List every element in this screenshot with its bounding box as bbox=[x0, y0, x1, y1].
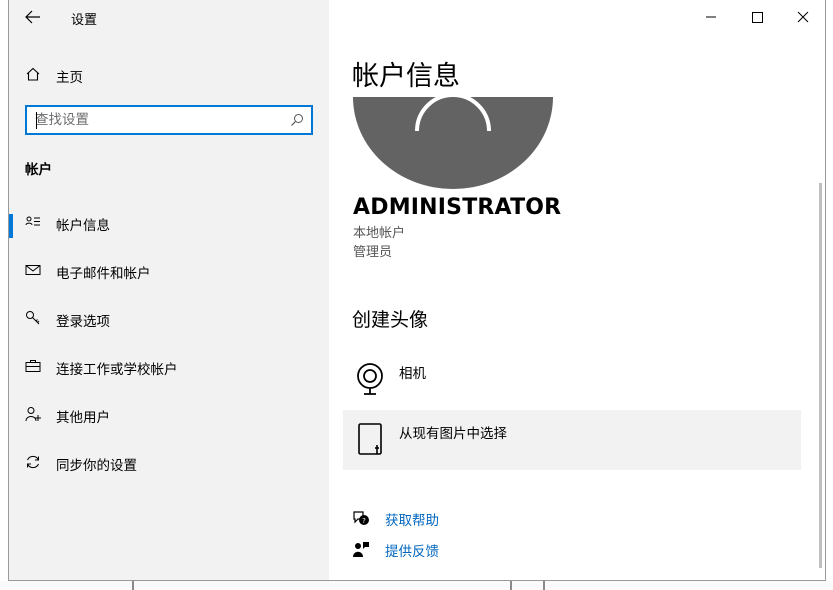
search-icon[interactable] bbox=[290, 113, 304, 127]
home-icon bbox=[26, 67, 40, 81]
sidebar-item-sync-settings[interactable]: 同步你的设置 bbox=[9, 442, 329, 482]
give-feedback-label: 提供反馈 bbox=[385, 544, 439, 560]
scrollbar[interactable] bbox=[819, 183, 822, 568]
sidebar: 设置 主页 帐户 帐户信息 bbox=[9, 0, 329, 580]
account-type: 本地帐户 bbox=[353, 226, 406, 241]
search-box[interactable] bbox=[25, 105, 313, 135]
get-help-label: 获取帮助 bbox=[385, 513, 439, 529]
main-content: 帐户信息 ADMINISTRATOR 本地帐户 管理员 创建头像 相机 从现有图… bbox=[329, 0, 825, 580]
feedback-icon bbox=[353, 542, 369, 557]
text-caret bbox=[36, 112, 37, 129]
avatar bbox=[353, 97, 553, 189]
browse-picture-label: 从现有图片中选择 bbox=[399, 426, 507, 442]
sidebar-item-label: 登录选项 bbox=[56, 314, 110, 330]
minimize-icon bbox=[706, 16, 716, 18]
background-divider bbox=[543, 581, 545, 590]
close-icon bbox=[797, 11, 809, 23]
close-button[interactable] bbox=[780, 0, 825, 34]
svg-text:?: ? bbox=[362, 517, 366, 525]
background-divider bbox=[132, 581, 134, 590]
browse-file-icon bbox=[358, 423, 382, 455]
sidebar-item-label: 主页 bbox=[56, 70, 83, 86]
sidebar-item-label: 电子邮件和帐户 bbox=[56, 266, 151, 282]
sidebar-item-label: 其他用户 bbox=[56, 410, 110, 426]
sync-icon bbox=[27, 455, 39, 469]
add-person-icon bbox=[25, 407, 41, 422]
maximize-button[interactable] bbox=[734, 0, 780, 34]
user-avatar-icon bbox=[353, 97, 553, 189]
sidebar-item-home[interactable]: 主页 bbox=[9, 54, 329, 94]
browse-picture-option[interactable]: 从现有图片中选择 bbox=[343, 410, 801, 470]
create-avatar-heading: 创建头像 bbox=[352, 309, 429, 331]
sidebar-item-work-school[interactable]: 连接工作或学校帐户 bbox=[9, 346, 329, 386]
account-info-icon bbox=[25, 216, 40, 226]
sidebar-item-label: 帐户信息 bbox=[56, 218, 110, 234]
sidebar-item-label: 同步你的设置 bbox=[56, 458, 137, 474]
app-title: 设置 bbox=[71, 13, 98, 28]
back-arrow-icon bbox=[25, 10, 40, 24]
minimize-button[interactable] bbox=[688, 0, 734, 34]
sidebar-item-sign-in-options[interactable]: 登录选项 bbox=[9, 298, 329, 338]
camera-option-label: 相机 bbox=[399, 366, 426, 382]
sidebar-item-account-info[interactable]: 帐户信息 bbox=[9, 202, 329, 242]
camera-option[interactable]: 相机 bbox=[343, 350, 801, 410]
background-area bbox=[0, 581, 833, 590]
settings-window: 设置 主页 帐户 帐户信息 bbox=[8, 0, 826, 581]
camera-icon bbox=[357, 363, 383, 395]
user-name: ADMINISTRATOR bbox=[353, 195, 562, 220]
background-divider bbox=[510, 581, 512, 590]
sidebar-item-label: 连接工作或学校帐户 bbox=[56, 362, 178, 378]
search-input[interactable] bbox=[35, 111, 285, 129]
page-title: 帐户信息 bbox=[352, 61, 460, 92]
section-heading: 帐户 bbox=[25, 162, 52, 178]
sidebar-item-email-accounts[interactable]: 电子邮件和帐户 bbox=[9, 250, 329, 290]
briefcase-icon bbox=[25, 360, 41, 372]
help-chat-icon: ? bbox=[353, 511, 369, 525]
key-icon bbox=[26, 311, 40, 325]
account-role: 管理员 bbox=[353, 245, 393, 260]
mail-icon bbox=[25, 265, 41, 275]
maximize-icon bbox=[752, 12, 763, 23]
sidebar-item-other-users[interactable]: 其他用户 bbox=[9, 394, 329, 434]
back-button[interactable] bbox=[21, 6, 45, 28]
